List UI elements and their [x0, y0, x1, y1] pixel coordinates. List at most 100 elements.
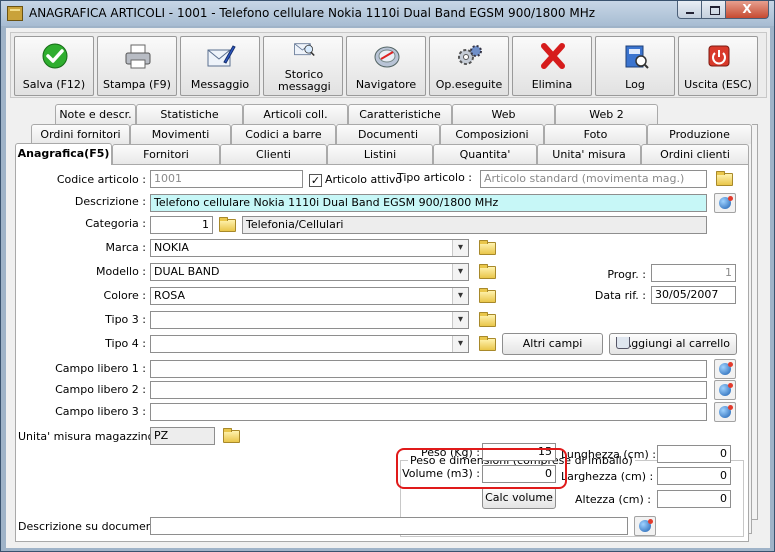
tipo-articolo-field[interactable]: Articolo standard (movimenta mag.) [480, 170, 707, 188]
folder-icon[interactable] [477, 310, 497, 328]
marca-label: Marca : [105, 241, 146, 254]
descr-documenti-label: Descrizione su documenti : [18, 520, 168, 533]
print-label: Stampa (F9) [103, 78, 171, 91]
codice-field[interactable]: 1001 [150, 170, 303, 188]
globe-icon[interactable] [714, 380, 736, 400]
tab-ordini-fornitori[interactable]: Ordini fornitori [31, 124, 130, 144]
progr-label: Progr. : [607, 268, 646, 281]
envelope-pen-icon [207, 45, 236, 67]
folder-icon[interactable] [477, 286, 497, 304]
folder-icon[interactable] [714, 169, 734, 187]
volume-label: Volume (m3) : [402, 467, 480, 480]
globe-icon[interactable] [634, 516, 656, 536]
tab-note-descr[interactable]: Note e descr. [55, 104, 136, 124]
lunghezza-label: Lunghezza (cm) : [561, 448, 656, 461]
save-button[interactable]: Salva (F12) [14, 36, 94, 96]
folder-icon[interactable] [217, 215, 237, 233]
tab-codici-a-barre[interactable]: Codici a barre [231, 124, 336, 144]
toolbar: Salva (F12) Stampa (F9) Messaggio Storic… [10, 32, 767, 98]
globe-icon[interactable] [714, 402, 736, 422]
campo-libero-3-field[interactable] [150, 403, 707, 421]
tab-clienti[interactable]: Clienti [220, 144, 327, 164]
operations-button[interactable]: Op.eseguite [429, 36, 509, 96]
printer-icon [125, 44, 151, 69]
log-book-icon [625, 45, 649, 69]
delete-label: Elimina [531, 78, 573, 91]
altezza-label: Altezza (cm) : [575, 493, 651, 506]
close-button[interactable]: X [725, 1, 769, 19]
globe-icon[interactable] [714, 193, 736, 213]
tab-row-2: Ordini fornitori Movimenti Codici a barr… [31, 124, 756, 144]
calc-volume-button[interactable]: Calc volume [482, 487, 556, 509]
tab-articoli-coll[interactable]: Articoli coll. [243, 104, 348, 124]
tab-produzione[interactable]: Produzione [647, 124, 752, 144]
marca-select[interactable]: NOKIA [150, 239, 469, 257]
tab-composizioni[interactable]: Composizioni [440, 124, 544, 144]
tab-caratteristiche[interactable]: Caratteristiche [348, 104, 452, 124]
folder-icon[interactable] [221, 426, 241, 444]
tab-foto[interactable]: Foto [544, 124, 647, 144]
altri-campi-button[interactable]: Altri campi [502, 333, 603, 355]
tab-documenti[interactable]: Documenti [336, 124, 440, 144]
tipo4-label: Tipo 4 : [105, 337, 146, 350]
add-to-cart-button[interactable]: Aggiungi al carrello [609, 333, 737, 355]
altezza-field[interactable]: 0 [657, 490, 731, 508]
tab-quantita[interactable]: Quantita' [433, 144, 537, 164]
campo-libero-2-field[interactable] [150, 381, 707, 399]
operations-label: Op.eseguite [435, 78, 503, 91]
navigator-button[interactable]: Navigatore [346, 36, 426, 96]
descr-documenti-field[interactable] [150, 517, 628, 535]
red-x-icon [541, 43, 565, 69]
tipo3-select[interactable] [150, 311, 469, 329]
message-history-button[interactable]: Storico messaggi [263, 36, 343, 96]
tab-movimenti[interactable]: Movimenti [130, 124, 231, 144]
exit-button[interactable]: Uscita (ESC) [678, 36, 758, 96]
message-button[interactable]: Messaggio [180, 36, 260, 96]
tab-unita-misura[interactable]: Unita' misura [537, 144, 641, 164]
progr-field[interactable]: 1 [651, 264, 736, 282]
delete-button[interactable]: Elimina [512, 36, 592, 96]
categoria-label: Categoria : [85, 217, 146, 230]
folder-icon[interactable] [477, 334, 497, 352]
tipo4-select[interactable] [150, 335, 469, 353]
tab-anagrafica[interactable]: Anagrafica(F5) [15, 143, 112, 165]
minimize-button[interactable] [677, 1, 702, 19]
volume-field[interactable]: 0 [482, 465, 556, 483]
globe-icon[interactable] [714, 359, 736, 379]
attivo-checkbox[interactable]: ✓ [309, 174, 322, 187]
tab-web-2[interactable]: Web 2 [555, 104, 658, 124]
campo-libero-1-field[interactable] [150, 360, 707, 378]
check-icon [42, 43, 68, 69]
tab-ordini-clienti[interactable]: Ordini clienti [641, 144, 749, 164]
folder-icon[interactable] [477, 238, 497, 256]
tab-statistiche[interactable]: Statistiche [136, 104, 243, 124]
data-rif-field[interactable]: 30/05/2007 [651, 286, 736, 304]
log-button[interactable]: Log [595, 36, 675, 96]
larghezza-field[interactable]: 0 [657, 467, 731, 485]
print-button[interactable]: Stampa (F9) [97, 36, 177, 96]
maximize-button[interactable] [701, 1, 726, 19]
add-to-cart-label: Aggiungi al carrello [623, 337, 730, 350]
tab-listini[interactable]: Listini [327, 144, 433, 164]
tab-web[interactable]: Web [452, 104, 555, 124]
folder-icon[interactable] [477, 262, 497, 280]
tab-fornitori[interactable]: Fornitori [112, 144, 220, 164]
categoria-code-field[interactable]: 1 [150, 216, 213, 234]
campo-libero-2-label: Campo libero 2 : [55, 383, 146, 396]
colore-label: Colore : [103, 289, 146, 302]
lunghezza-field[interactable]: 0 [657, 445, 731, 463]
power-icon [708, 45, 730, 67]
data-rif-label: Data rif. : [594, 289, 646, 302]
modello-select[interactable]: DUAL BAND [150, 263, 469, 281]
descrizione-label: Descrizione : [74, 195, 146, 208]
peso-label: Peso (Kg) : [421, 446, 480, 459]
descrizione-field[interactable]: Telefono cellulare Nokia 1110i Dual Band… [150, 194, 707, 212]
peso-field[interactable]: 15 [482, 443, 556, 461]
gears-icon [458, 45, 482, 65]
log-label: Log [625, 78, 645, 91]
um-magazzino-field[interactable]: PZ [150, 427, 215, 445]
um-magazzino-label: Unita' misura magazzino : [18, 430, 162, 443]
title-bar[interactable]: ANAGRAFICA ARTICOLI - 1001 - Telefono ce… [1, 1, 774, 26]
colore-select[interactable]: ROSA [150, 287, 469, 305]
window-title: ANAGRAFICA ARTICOLI - 1001 - Telefono ce… [29, 6, 596, 20]
